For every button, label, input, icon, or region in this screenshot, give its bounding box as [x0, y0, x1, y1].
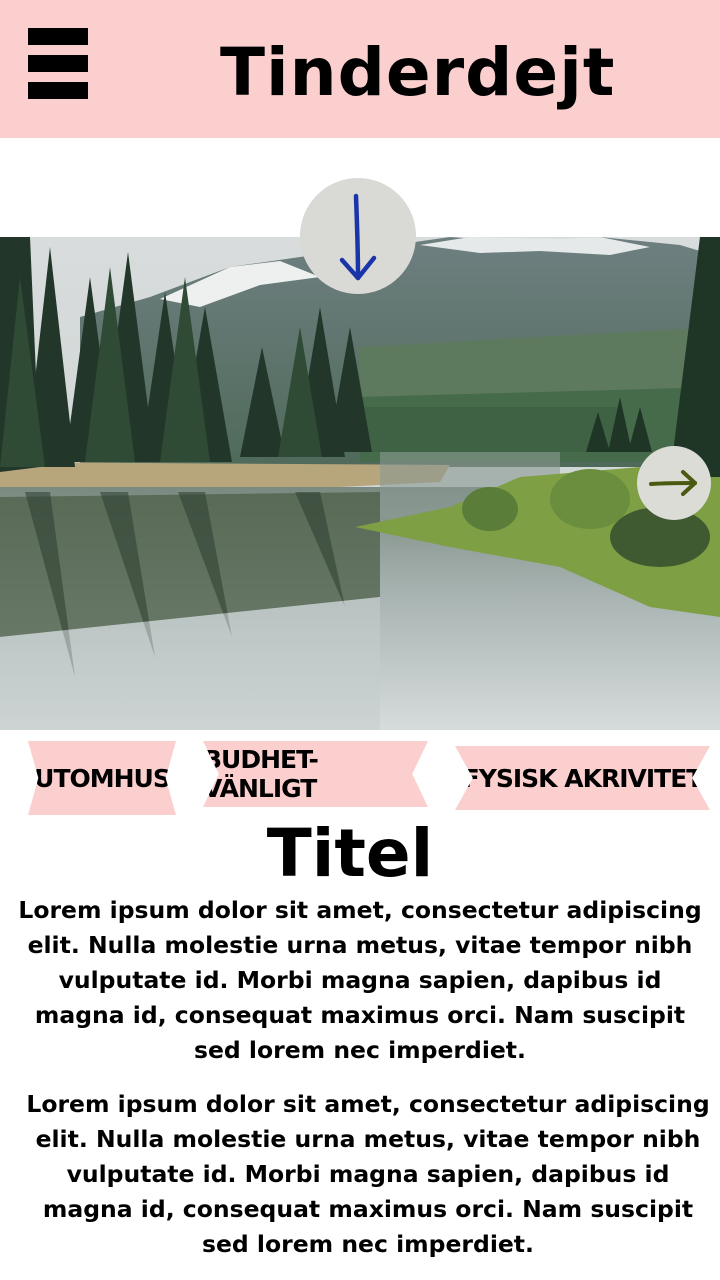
tag-budget-friendly[interactable]: BUDHET-VÄNLIGT	[203, 741, 428, 807]
article-title: Titel	[266, 815, 434, 892]
scroll-down-button[interactable]	[300, 178, 416, 294]
app-header: Tinderdejt	[0, 0, 720, 138]
article-paragraph: Lorem ipsum dolor sit amet, consectetur …	[18, 896, 702, 1064]
hero-landscape-image	[0, 237, 720, 730]
next-image-button[interactable]	[637, 446, 711, 520]
tag-physical-activity[interactable]: FYSISK AKRIVITET	[455, 746, 710, 810]
arrow-right-icon	[649, 470, 697, 496]
article-paragraph: Lorem ipsum dolor sit amet, consectetur …	[26, 1090, 710, 1258]
app-title: Tinderdejt	[220, 34, 616, 111]
tag-outdoors[interactable]: UTOMHUS	[28, 741, 176, 815]
hamburger-menu-icon[interactable]	[28, 28, 88, 100]
arrow-down-icon	[339, 193, 377, 281]
